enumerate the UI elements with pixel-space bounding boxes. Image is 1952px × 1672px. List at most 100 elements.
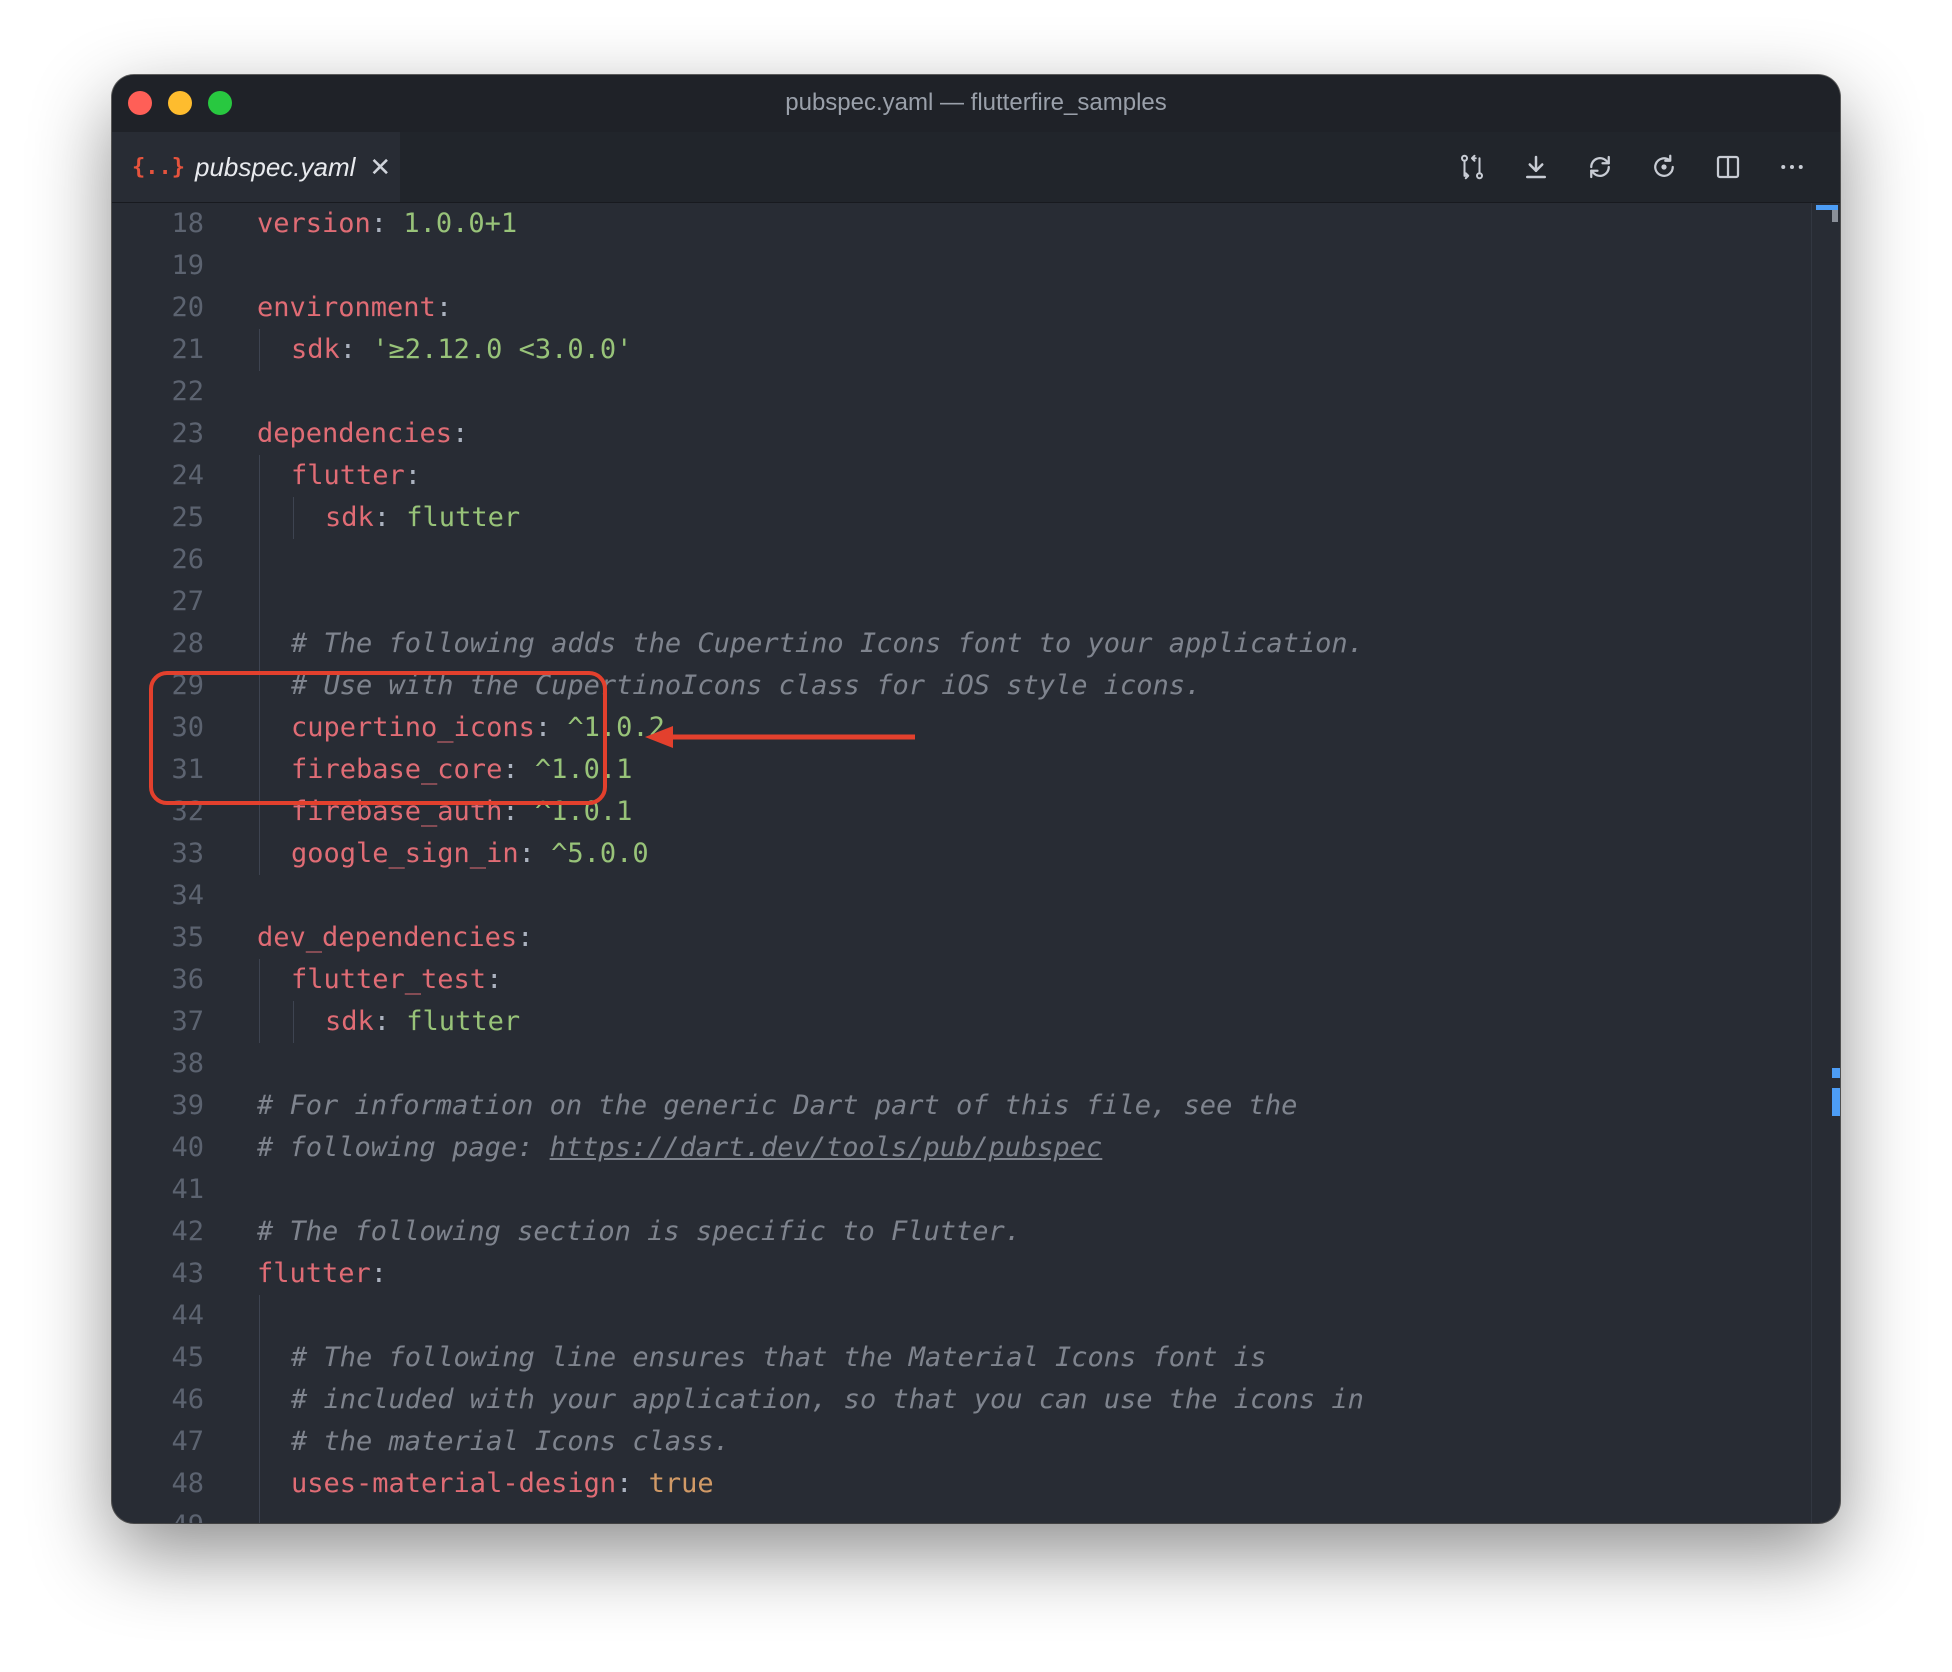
editor-scrollbar[interactable] xyxy=(1811,203,1840,1523)
code-line[interactable]: 28 # The following adds the Cupertino Ico… xyxy=(112,623,1840,665)
link-token[interactable]: https://dart.dev/tools/pub/pubspec xyxy=(550,1132,1103,1163)
code-line[interactable]: 26 xyxy=(112,539,1840,581)
git-compare-icon[interactable] xyxy=(1440,135,1504,199)
code-editor[interactable]: 18 version: 1.0.0+1 19 20 environment: 21 sdk:… xyxy=(112,203,1840,1523)
close-tab-icon[interactable]: ✕ xyxy=(369,154,391,180)
sync-icon[interactable] xyxy=(1568,135,1632,199)
code-line[interactable]: 49 xyxy=(112,1505,1840,1523)
code-line[interactable]: 47 # the material Icons class. xyxy=(112,1421,1840,1463)
code-line[interactable]: 21 sdk: '≥2.12.0 <3.0.0' xyxy=(112,329,1840,371)
split-editor-icon[interactable] xyxy=(1696,135,1760,199)
code-token: flutter xyxy=(406,1006,521,1037)
code-text: google_sign_in: ^5.0.0 xyxy=(291,833,649,875)
code-token: sdk xyxy=(291,334,340,365)
code-line[interactable]: 39 # For information on the generic Dart … xyxy=(112,1085,1840,1127)
code-line[interactable]: 33 google_sign_in: ^5.0.0 xyxy=(112,833,1840,875)
code-line[interactable]: 22 xyxy=(112,371,1840,413)
line-number: 41 xyxy=(171,1174,204,1205)
code-token: flutter xyxy=(291,460,405,491)
indent-guide xyxy=(293,1001,294,1043)
code-token: 1.0.0+1 xyxy=(403,208,518,239)
line-number: 33 xyxy=(171,838,204,869)
code-token: # The following adds the Cupertino Icons… xyxy=(291,628,1364,659)
code-token: ^5.0.0 xyxy=(551,838,649,869)
code-token: flutter xyxy=(406,502,521,533)
code-line[interactable]: 42 # The following section is specific to… xyxy=(112,1211,1840,1253)
code-line[interactable]: 46 # included with your application, so t… xyxy=(112,1379,1840,1421)
code-text: uses-material-design: true xyxy=(291,1463,714,1505)
code-text: # following page: https://dart.dev/tools… xyxy=(257,1127,1102,1169)
code-line[interactable]: 18 version: 1.0.0+1 xyxy=(112,203,1840,245)
line-number: 40 xyxy=(171,1132,204,1163)
download-icon[interactable] xyxy=(1504,135,1568,199)
line-number: 38 xyxy=(171,1048,204,1079)
code-text: sdk: flutter xyxy=(325,497,520,539)
editor-toolbar xyxy=(1440,132,1824,202)
more-actions-icon[interactable] xyxy=(1760,135,1824,199)
line-number: 22 xyxy=(171,376,204,407)
indent-guide xyxy=(259,959,260,1043)
line-number: 36 xyxy=(171,964,204,995)
yaml-file-icon: {..} xyxy=(132,154,185,180)
code-line[interactable]: 44 xyxy=(112,1295,1840,1337)
code-token: # The following line ensures that the Ma… xyxy=(291,1342,1267,1373)
code-token: environment xyxy=(257,292,436,323)
line-number: 25 xyxy=(171,502,204,533)
code-text: sdk: '≥2.12.0 <3.0.0' xyxy=(291,329,632,371)
code-token: : xyxy=(452,418,469,449)
scrollbar-marker xyxy=(1832,1068,1840,1078)
line-number: 43 xyxy=(171,1258,204,1289)
code-token: : xyxy=(486,964,503,995)
code-line[interactable]: 36 flutter_test: xyxy=(112,959,1840,1001)
line-number: 48 xyxy=(171,1468,204,1499)
code-line[interactable]: 20 environment: xyxy=(112,287,1840,329)
code-token: : xyxy=(616,1468,649,1499)
code-token: uses-material-design xyxy=(291,1468,617,1499)
code-token: # the material Icons class. xyxy=(291,1426,730,1457)
tab-bar: {..} pubspec.yaml ✕ xyxy=(112,132,1840,203)
code-line[interactable]: 43 flutter: xyxy=(112,1253,1840,1295)
code-line[interactable]: 48 uses-material-design: true xyxy=(112,1463,1840,1505)
code-token: # For information on the generic Dart pa… xyxy=(257,1090,1298,1121)
code-token: : xyxy=(339,334,373,365)
code-token: : xyxy=(370,1258,388,1289)
code-line[interactable]: 23 dependencies: xyxy=(112,413,1840,455)
code-line[interactable]: 45 # The following line ensures that the … xyxy=(112,1337,1840,1379)
line-number: 46 xyxy=(171,1384,204,1415)
code-line[interactable]: 37 sdk: flutter xyxy=(112,1001,1840,1043)
code-line[interactable]: 19 xyxy=(112,245,1840,287)
code-text: # The following adds the Cupertino Icons… xyxy=(291,623,1364,665)
line-number: 18 xyxy=(171,208,204,239)
code-token: : xyxy=(517,922,534,953)
line-number: 20 xyxy=(171,292,204,323)
code-token: '≥2.12.0 <3.0.0' xyxy=(372,334,633,365)
line-number: 47 xyxy=(171,1426,204,1457)
code-token: # The following section is specific to F… xyxy=(257,1216,1022,1247)
code-line[interactable]: 34 xyxy=(112,875,1840,917)
line-number: 21 xyxy=(171,334,204,365)
code-token: : xyxy=(373,502,407,533)
line-number: 42 xyxy=(171,1216,204,1247)
tab-pubspec-yaml[interactable]: {..} pubspec.yaml ✕ xyxy=(112,132,400,202)
refresh-icon[interactable] xyxy=(1632,135,1696,199)
code-line[interactable]: 24 flutter: xyxy=(112,455,1840,497)
code-text: dev_dependencies: xyxy=(257,917,533,959)
code-token: : xyxy=(370,208,404,239)
code-token: google_sign_in xyxy=(291,838,519,869)
code-token: version xyxy=(257,208,371,239)
code-text: sdk: flutter xyxy=(325,1001,520,1043)
indent-guide xyxy=(259,329,260,371)
code-line[interactable]: 41 xyxy=(112,1169,1840,1211)
code-line[interactable]: 40 # following page: https://dart.dev/too… xyxy=(112,1127,1840,1169)
code-line[interactable]: 38 xyxy=(112,1043,1840,1085)
line-number: 19 xyxy=(171,250,204,281)
code-line[interactable]: 35 dev_dependencies: xyxy=(112,917,1840,959)
code-line[interactable]: 27 xyxy=(112,581,1840,623)
line-number: 37 xyxy=(171,1006,204,1037)
code-line[interactable]: 25 sdk: flutter xyxy=(112,497,1840,539)
code-text: dependencies: xyxy=(257,413,468,455)
code-text: flutter: xyxy=(291,455,421,497)
code-token: : xyxy=(404,460,422,491)
indent-guide xyxy=(293,497,294,539)
code-text: version: 1.0.0+1 xyxy=(257,203,517,245)
